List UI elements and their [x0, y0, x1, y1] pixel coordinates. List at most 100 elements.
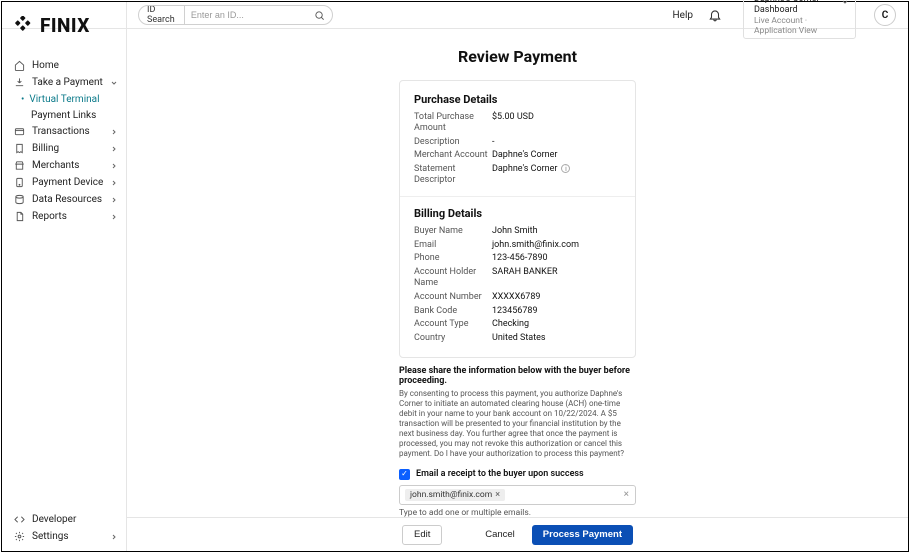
billing-details-heading: Billing Details	[414, 207, 621, 220]
consent-heading: Please share the information below with …	[399, 366, 636, 386]
row-bank-code: Bank Code123456789	[414, 306, 621, 317]
row-holder: Account Holder NameSARAH BANKER	[414, 267, 621, 289]
review-card: Purchase Details Total Purchase Amount$5…	[399, 80, 636, 358]
phone-value: 123-456-7890	[492, 253, 548, 264]
consent-body: By consenting to process this payment, y…	[399, 389, 636, 459]
email-receipt-label: Email a receipt to the buyer upon succes…	[416, 469, 584, 479]
nav-data-resources[interactable]: Data Resources	[2, 191, 126, 208]
nav-home-label: Home	[32, 60, 118, 71]
row-acct-num: Account NumberXXXXX6789	[414, 292, 621, 303]
search-icon[interactable]	[314, 7, 326, 23]
account-name: Daphne's Corner Dashboard	[754, 0, 845, 16]
total-value: $5.00 USD	[492, 112, 534, 134]
email-label: Email	[414, 240, 492, 251]
billing-icon	[14, 143, 25, 154]
acct-num-label: Account Number	[414, 292, 492, 303]
chevron-right-icon	[110, 533, 118, 541]
nav-merchants[interactable]: Merchants	[2, 157, 126, 174]
nav-take-payment-label: Take a Payment	[32, 77, 103, 88]
country-value: United States	[492, 333, 546, 344]
merchant-value: Daphne's Corner	[492, 150, 557, 161]
desc-value: -	[492, 137, 495, 148]
row-total: Total Purchase Amount$5.00 USD	[414, 112, 621, 134]
nav-developer-label: Developer	[32, 514, 118, 525]
holder-value: SARAH BANKER	[492, 267, 558, 289]
main-content: Review Payment Purchase Details Total Pu…	[127, 29, 908, 551]
chevron-right-icon	[110, 128, 118, 136]
merchant-label: Merchant Account	[414, 150, 492, 161]
nav-developer[interactable]: Developer	[2, 511, 126, 528]
merchants-icon	[14, 160, 25, 171]
logo-text: FINIX	[40, 14, 90, 37]
nav-settings[interactable]: Settings	[2, 528, 126, 545]
sidebar: FINIX Home Take a Payment Virtual Termin…	[2, 2, 127, 551]
chevron-right-icon	[110, 213, 118, 221]
topbar: ID Search Help Daphne's Corner Dashboard…	[2, 2, 908, 29]
nav-reports-label: Reports	[32, 211, 103, 222]
search-input[interactable]	[185, 10, 314, 20]
chevron-right-icon	[110, 145, 118, 153]
developer-icon	[14, 514, 25, 525]
acct-type-label: Account Type	[414, 319, 492, 330]
chevron-right-icon	[110, 162, 118, 170]
row-merchant: Merchant AccountDaphne's Corner	[414, 150, 621, 161]
bank-code-label: Bank Code	[414, 306, 492, 317]
row-acct-type: Account TypeChecking	[414, 319, 621, 330]
total-label: Total Purchase Amount	[414, 112, 492, 134]
avatar-initial: C	[882, 10, 889, 21]
nav-payment-links-label: Payment Links	[31, 110, 96, 121]
receipt-emails-input[interactable]: john.smith@finix.com × ×	[399, 485, 636, 505]
avatar[interactable]: C	[874, 4, 896, 26]
stmt-value: Daphne's Corneri	[492, 164, 570, 186]
row-description: Description-	[414, 137, 621, 148]
home-icon	[14, 60, 25, 71]
purchase-details-heading: Purchase Details	[414, 93, 621, 106]
email-receipt-row[interactable]: Email a receipt to the buyer upon succes…	[399, 469, 636, 480]
row-email: Emailjohn.smith@finix.com	[414, 240, 621, 251]
help-link[interactable]: Help	[673, 10, 693, 21]
bell-icon[interactable]	[707, 7, 723, 23]
transactions-icon	[14, 126, 25, 137]
chevron-right-icon	[110, 179, 118, 187]
stmt-label: Statement Descriptor	[414, 164, 492, 186]
divider	[400, 196, 635, 197]
chevron-down-icon	[110, 79, 118, 87]
nav-billing-label: Billing	[32, 143, 103, 154]
info-icon[interactable]: i	[561, 164, 570, 173]
page-title: Review Payment	[127, 47, 908, 66]
nav-payment-links[interactable]: Payment Links	[2, 107, 126, 123]
logo: FINIX	[2, 10, 126, 57]
nav-payment-devices[interactable]: Payment Devices	[2, 174, 126, 191]
email-value: john.smith@finix.com	[492, 240, 579, 251]
row-statement-descriptor: Statement DescriptorDaphne's Corneri	[414, 164, 621, 186]
email-chip-text: john.smith@finix.com	[410, 490, 492, 500]
row-buyer-name: Buyer NameJohn Smith	[414, 226, 621, 237]
chevron-down-icon	[841, 0, 849, 6]
holder-label: Account Holder Name	[414, 267, 492, 289]
nav-transactions[interactable]: Transactions	[2, 123, 126, 140]
reports-icon	[14, 211, 25, 222]
chevron-right-icon	[110, 196, 118, 204]
buyer-name-value: John Smith	[492, 226, 538, 237]
nav-settings-label: Settings	[32, 531, 103, 542]
nav-virtual-terminal[interactable]: Virtual Terminal	[2, 91, 126, 107]
nav-take-payment[interactable]: Take a Payment	[2, 74, 126, 91]
nav-payment-devices-label: Payment Devices	[32, 177, 103, 188]
edit-button[interactable]: Edit	[402, 525, 442, 545]
footer: Edit Cancel Process Payment	[127, 517, 908, 551]
acct-num-value: XXXXX6789	[492, 292, 540, 303]
remove-chip-icon[interactable]: ×	[495, 490, 500, 500]
row-phone: Phone123-456-7890	[414, 253, 621, 264]
email-receipt-checkbox[interactable]	[399, 469, 410, 480]
phone-label: Phone	[414, 253, 492, 264]
clear-input-icon[interactable]: ×	[624, 489, 629, 500]
buyer-name-label: Buyer Name	[414, 226, 492, 237]
nav-reports[interactable]: Reports	[2, 208, 126, 225]
cancel-button[interactable]: Cancel	[474, 525, 526, 545]
process-payment-button[interactable]: Process Payment	[532, 525, 633, 545]
search-tag: ID Search	[139, 6, 185, 24]
nav-home[interactable]: Home	[2, 57, 126, 74]
search-wrap[interactable]: ID Search	[138, 5, 333, 25]
nav-billing[interactable]: Billing	[2, 140, 126, 157]
email-chip: john.smith@finix.com ×	[405, 489, 505, 501]
